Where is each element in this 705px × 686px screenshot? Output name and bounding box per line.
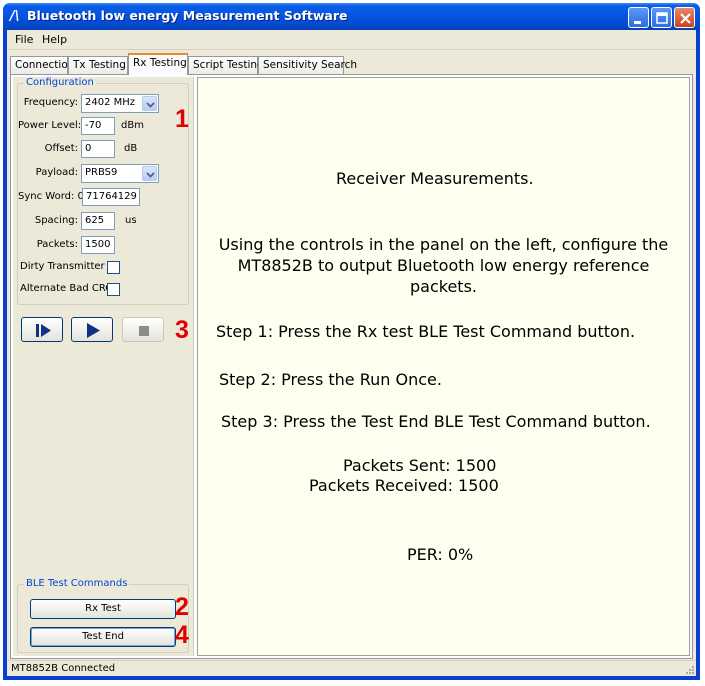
frequency-select[interactable]: 2402 MHz: [81, 94, 159, 113]
step2-text: Step 2: Press the Run Once.: [219, 370, 442, 389]
packets-received-text: Packets Received: 1500: [309, 476, 499, 495]
step-icon: [36, 324, 51, 337]
connection-status: MT8852B Connected: [11, 663, 116, 674]
tab-strip: Connection Tx Testing Rx Testing Script …: [7, 52, 696, 75]
close-button[interactable]: [674, 7, 695, 28]
tab-script-testing[interactable]: Script Testing: [188, 56, 264, 74]
instruction-line-3: packets.: [410, 277, 477, 296]
minimize-icon: [634, 21, 641, 24]
tab-connection[interactable]: Connection: [10, 56, 74, 74]
measurement-display: Receiver Measurements. Using the control…: [197, 77, 690, 656]
spacing-unit: us: [125, 215, 137, 226]
offset-unit: dB: [124, 143, 138, 154]
instruction-text: Using the controls in the panel on the l…: [198, 234, 689, 297]
callout-3: 3: [175, 316, 189, 344]
frequency-dropdown-button[interactable]: [142, 96, 157, 111]
anritsu-logo-icon: /\: [10, 9, 20, 24]
offset-label: Offset:: [44, 143, 78, 154]
menu-bar: File Help: [7, 30, 696, 50]
packets-input[interactable]: 1500: [81, 236, 115, 254]
rx-testing-panel: Configuration Frequency: 2402 MHz Power …: [10, 74, 693, 659]
callout-2: 2: [175, 593, 189, 621]
instruction-line-2: MT8852B to output Bluetooth low energy r…: [237, 256, 650, 275]
app-window: /\ Bluetooth low energy Measurement Soft…: [3, 3, 700, 680]
packets-label: Packets:: [36, 239, 78, 250]
callout-4: 4: [175, 621, 189, 649]
packets-sent-text: Packets Sent: 1500: [343, 456, 497, 475]
payload-select[interactable]: PRBS9: [81, 164, 159, 183]
menu-help[interactable]: Help: [42, 33, 67, 46]
run-once-button[interactable]: [21, 317, 63, 342]
status-bar: MT8852B Connected: [7, 660, 696, 676]
configuration-group: Configuration Frequency: 2402 MHz Power …: [17, 77, 189, 305]
dirty-transmitter-label: Dirty Transmitter: [20, 261, 105, 272]
step1-text: Step 1: Press the Rx test BLE Test Comma…: [216, 322, 636, 341]
run-controls: [21, 317, 171, 342]
tab-sensitivity-search[interactable]: Sensitivity Search: [258, 56, 357, 74]
offset-input[interactable]: 0: [81, 140, 115, 158]
window-title: Bluetooth low energy Measurement Softwar…: [27, 8, 348, 23]
power-level-input[interactable]: -70: [81, 117, 115, 135]
left-panel: Configuration Frequency: 2402 MHz Power …: [13, 77, 194, 656]
instruction-line-1: Using the controls in the panel on the l…: [218, 235, 669, 254]
stop-icon: [139, 326, 149, 336]
power-level-unit: dBm: [121, 120, 144, 131]
frequency-value: 2402 MHz: [85, 97, 136, 108]
minimize-button[interactable]: [628, 7, 649, 28]
maximize-button[interactable]: [651, 7, 672, 28]
sync-word-input[interactable]: 71764129: [82, 188, 140, 206]
payload-label: Payload:: [35, 167, 78, 178]
ble-test-commands-label: BLE Test Commands: [24, 578, 130, 589]
payload-value: PRBS9: [85, 167, 118, 178]
per-text: PER: 0%: [407, 545, 474, 564]
sync-word-label: Sync Word: 0x: [18, 191, 90, 202]
title-bar[interactable]: /\ Bluetooth low energy Measurement Soft…: [3, 3, 700, 30]
alternate-bad-crc-checkbox[interactable]: [107, 283, 120, 296]
window-client: File Help Connection Tx Testing Rx Testi…: [7, 30, 696, 676]
resize-grip-icon[interactable]: [684, 664, 694, 674]
step3-text: Step 3: Press the Test End BLE Test Comm…: [221, 412, 651, 431]
spacing-input[interactable]: 625: [81, 212, 115, 230]
chevron-down-icon: [146, 102, 155, 108]
play-icon: [87, 323, 100, 338]
heading-text: Receiver Measurements.: [336, 169, 534, 188]
test-end-button[interactable]: Test End: [30, 627, 176, 647]
stop-button[interactable]: [122, 317, 164, 342]
callout-1: 1: [175, 105, 189, 133]
menu-file[interactable]: File: [15, 33, 33, 46]
tab-tx-testing[interactable]: Tx Testing: [68, 56, 128, 74]
power-level-label: Power Level:: [18, 120, 82, 131]
payload-dropdown-button[interactable]: [142, 166, 157, 181]
alternate-bad-crc-label: Alternate Bad CRC: [20, 283, 113, 294]
maximize-icon: [656, 12, 668, 24]
configuration-group-label: Configuration: [24, 77, 96, 88]
frequency-label: Frequency:: [23, 97, 78, 108]
run-button[interactable]: [71, 317, 113, 342]
chevron-down-icon: [146, 172, 155, 178]
spacing-label: Spacing:: [34, 215, 78, 226]
ble-test-commands-group: BLE Test Commands Rx Test Test End: [17, 578, 189, 653]
rx-test-button[interactable]: Rx Test: [30, 599, 176, 619]
tab-rx-testing[interactable]: Rx Testing: [128, 53, 188, 75]
close-icon: [680, 13, 691, 24]
dirty-transmitter-checkbox[interactable]: [107, 261, 120, 274]
